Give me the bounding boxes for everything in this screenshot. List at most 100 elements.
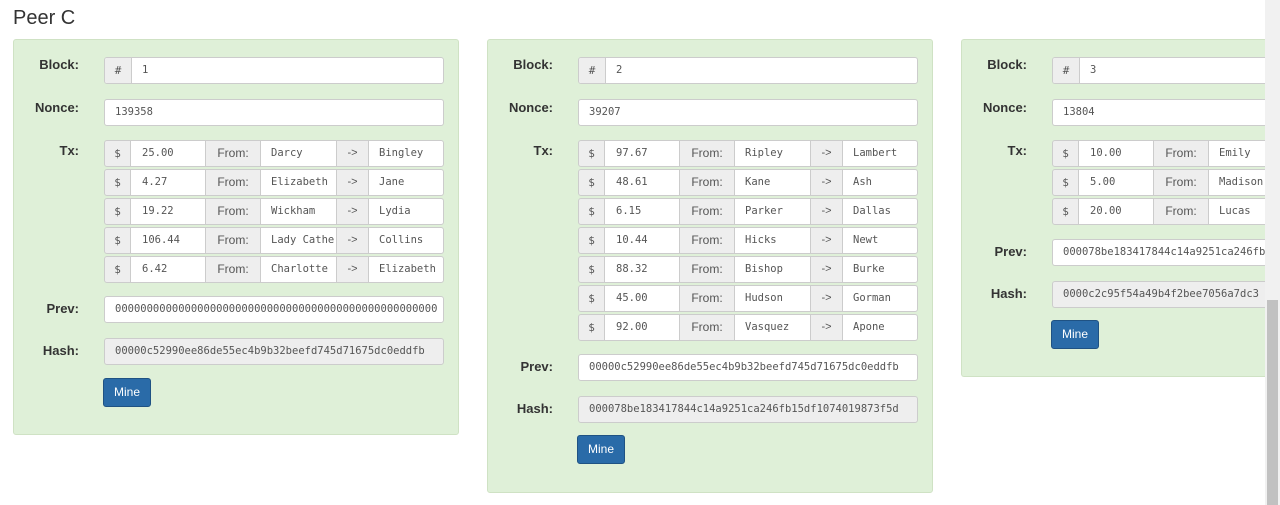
tx-sender-input[interactable]: Darcy [260,140,337,167]
dollar-addon: $ [578,314,605,341]
tx-recipient-input[interactable]: Collins [368,227,444,254]
from-addon: From: [1153,198,1209,225]
tx-recipient-input[interactable]: Ash [842,169,918,196]
hash-output: 000078be183417844c14a9251ca246fb15df1074… [578,396,918,423]
mine-button[interactable]: Mine [1051,320,1099,349]
block-number-input[interactable]: # 3 [1052,57,1280,84]
tx-row: $ 48.61 From: Kane -> Ash [578,169,918,198]
dollar-addon: $ [578,285,605,312]
tx-amount-input[interactable]: 6.15 [604,198,680,225]
tx-sender-input[interactable]: Ripley [734,140,811,167]
nonce-value: 39207 [589,106,621,118]
block-number-input[interactable]: # 1 [104,57,444,84]
arrow-addon: -> [810,169,843,196]
tx-amount-input[interactable]: 6.42 [130,256,206,283]
prev-hash-input[interactable]: 00000c52990ee86de55ec4b9b32beefd745d7167… [578,354,918,381]
scrollbar-thumb[interactable] [1267,300,1278,505]
tx-sender-input[interactable]: Bishop [734,256,811,283]
tx-recipient-input[interactable]: Gorman [842,285,918,312]
tx-row: $ 88.32 From: Bishop -> Burke [578,256,918,285]
mine-button[interactable]: Mine [103,378,151,407]
tx-row: $ 4.27 From: Elizabeth -> Jane [104,169,444,198]
tx-sender-input[interactable]: Charlotte [260,256,337,283]
tx-recipient-input[interactable]: Jane [368,169,444,196]
prev-hash-value: 0000000000000000000000000000000000000000… [115,303,437,315]
hash-label: Hash: [516,401,553,416]
hash-prefix: # [105,58,132,83]
tx-row: $ 6.42 From: Charlotte -> Elizabeth [104,256,444,285]
tx-sender-input[interactable]: Hudson [734,285,811,312]
tx-amount-input[interactable]: 97.67 [604,140,680,167]
prev-label: Prev: [520,359,553,374]
hash-output: 0000c2c95f54a49b4f2bee7056a7dc3 [1052,281,1280,308]
tx-amount-input[interactable]: 48.61 [604,169,680,196]
hash-value: 000078be183417844c14a9251ca246fb15df1074… [589,403,899,415]
nonce-value: 13804 [1063,106,1095,118]
tx-row: $ 10.00 From: Emily [1052,140,1280,169]
from-addon: From: [679,314,735,341]
tx-amount-input[interactable]: 5.00 [1078,169,1154,196]
vertical-scrollbar[interactable] [1265,0,1280,505]
tx-sender-input[interactable]: Elizabeth [260,169,337,196]
block-number-input[interactable]: # 2 [578,57,918,84]
prev-hash-input[interactable]: 0000000000000000000000000000000000000000… [104,296,444,323]
arrow-addon: -> [336,140,369,167]
tx-amount-input[interactable]: 25.00 [130,140,206,167]
tx-sender-input[interactable]: Vasquez [734,314,811,341]
block-card-1: Block: # 1 Nonce: 139358 Tx: $ 25.00 Fro… [13,39,459,435]
from-addon: From: [679,169,735,196]
tx-amount-input[interactable]: 19.22 [130,198,206,225]
dollar-addon: $ [578,140,605,167]
tx-recipient-input[interactable]: Apone [842,314,918,341]
tx-table: $ 10.00 From: Emily $ 5.00 From: Madison… [1052,140,1280,227]
prev-hash-input[interactable]: 000078be183417844c14a9251ca246fb15df1074… [1052,239,1280,266]
prev-label: Prev: [46,301,79,316]
dollar-addon: $ [104,227,131,254]
tx-amount-input[interactable]: 20.00 [1078,198,1154,225]
block-label: Block: [513,57,553,72]
mine-button[interactable]: Mine [577,435,625,464]
tx-amount-input[interactable]: 10.44 [604,227,680,254]
tx-amount-input[interactable]: 4.27 [130,169,206,196]
tx-amount-input[interactable]: 88.32 [604,256,680,283]
tx-sender-input[interactable]: Hicks [734,227,811,254]
dollar-addon: $ [104,169,131,196]
block-label: Block: [39,57,79,72]
tx-row: $ 97.67 From: Ripley -> Lambert [578,140,918,169]
block-number-value: 2 [616,64,623,76]
dollar-addon: $ [104,198,131,225]
tx-sender-input[interactable]: Parker [734,198,811,225]
tx-recipient-input[interactable]: Lambert [842,140,918,167]
tx-row: $ 45.00 From: Hudson -> Gorman [578,285,918,314]
tx-amount-input[interactable]: 92.00 [604,314,680,341]
arrow-addon: -> [810,285,843,312]
dollar-addon: $ [1052,140,1079,167]
tx-recipient-input[interactable]: Bingley [368,140,444,167]
from-addon: From: [679,227,735,254]
hash-prefix: # [579,58,606,83]
tx-recipient-input[interactable]: Dallas [842,198,918,225]
from-addon: From: [205,169,261,196]
tx-recipient-input[interactable]: Newt [842,227,918,254]
tx-amount-input[interactable]: 45.00 [604,285,680,312]
nonce-value: 139358 [115,106,153,118]
tx-sender-input[interactable]: Lady Catherine [260,227,337,254]
dollar-addon: $ [1052,169,1079,196]
tx-recipient-input[interactable]: Elizabeth [368,256,444,283]
nonce-input[interactable]: 39207 [578,99,918,126]
tx-recipient-input[interactable]: Lydia [368,198,444,225]
tx-recipient-input[interactable]: Burke [842,256,918,283]
arrow-addon: -> [810,198,843,225]
nonce-input[interactable]: 139358 [104,99,444,126]
tx-sender-input[interactable]: Kane [734,169,811,196]
dollar-addon: $ [1052,198,1079,225]
nonce-input[interactable]: 13804 [1052,99,1280,126]
block-number-value: 3 [1090,64,1097,76]
tx-amount-input[interactable]: 106.44 [130,227,206,254]
tx-amount-input[interactable]: 10.00 [1078,140,1154,167]
tx-row: $ 19.22 From: Wickham -> Lydia [104,198,444,227]
arrow-addon: -> [336,169,369,196]
from-addon: From: [679,256,735,283]
tx-sender-input[interactable]: Wickham [260,198,337,225]
from-addon: From: [1153,140,1209,167]
